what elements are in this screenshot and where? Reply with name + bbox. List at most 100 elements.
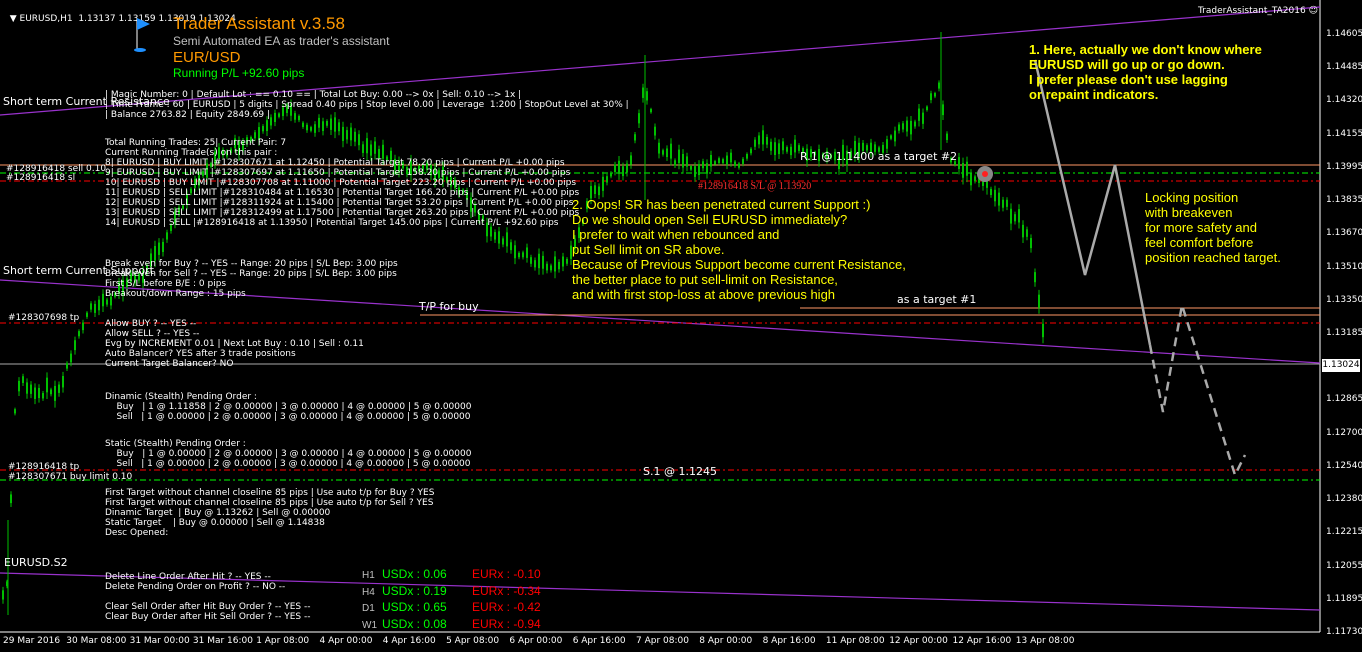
candle-body: [698, 164, 700, 176]
candle-body: [14, 409, 16, 414]
candle-body: [666, 148, 668, 158]
timeframe-label: W1: [362, 619, 377, 631]
candle-body: [670, 143, 672, 159]
candle-body: [934, 93, 936, 97]
trade-line: Total Running Trades: 25| Current Pair: …: [105, 138, 287, 148]
usd-strength: USDx : 0.65: [382, 600, 447, 614]
ea-title: Trader Assistant v.3.58: [173, 14, 345, 33]
annotation-line: and with first stop-loss at above previo…: [572, 287, 836, 302]
account-info-block: | Magic Number: 0 | Default Lot : == 0.1…: [105, 90, 629, 120]
pending-line: Dinamic (Stealth) Pending Order :: [105, 392, 257, 402]
annotation-line: 1. Here, actually we don't know where: [1029, 42, 1262, 57]
price-tick-label: 1.12540: [1326, 460, 1362, 471]
target-line: Static Target | Buy @ 0.00000 | Sell @ 1…: [105, 518, 325, 528]
candle-body: [266, 120, 268, 132]
candle-body: [78, 331, 80, 337]
candle-body: [1042, 323, 1044, 338]
short-term-resistance-label: Short term Current Resistance: [3, 95, 170, 108]
candle-body: [898, 124, 900, 131]
price-tick-label: 1.12700: [1326, 427, 1362, 438]
annotation-line: position reached target.: [1145, 250, 1281, 265]
candle-body: [638, 113, 640, 124]
price-tick-label: 1.11730: [1326, 627, 1362, 637]
candle-body: [490, 226, 492, 237]
eur-strength: EURx : -0.42: [472, 600, 541, 614]
allow-block: Allow BUY ? -- YES -- Allow SELL ? -- YES…: [105, 319, 364, 369]
time-tick-label: 31 Mar 16:00: [192, 636, 253, 646]
delete-option-line: [105, 592, 311, 602]
candle-body: [1034, 272, 1036, 283]
candle-body: [998, 192, 1000, 206]
buy-limit-tag[interactable]: #128307671 buy limit 0.10: [8, 472, 132, 482]
annotation-line: for more safety and: [1145, 220, 1257, 235]
annotation-line: feel comfort before: [1145, 235, 1254, 250]
candle-body: [770, 141, 772, 151]
take-profit-tag[interactable]: #128307698 tp: [8, 313, 79, 323]
annotation-line: EURUSD will go up or go down.: [1029, 57, 1225, 72]
stop-loss-tag[interactable]: #128916418 sl: [6, 173, 75, 183]
time-tick-label: 29 Mar 2016: [3, 636, 61, 646]
candle-body: [598, 186, 600, 196]
candle-body: [750, 148, 752, 154]
candle-body: [702, 161, 704, 169]
strength-row: W1 USDx : 0.08 EURx : -0.94: [362, 617, 541, 634]
take-profit-tag-low[interactable]: #128916418 tp: [8, 462, 79, 472]
delete-option-line: Clear Sell Order after Hit Buy Order ? -…: [105, 602, 311, 612]
time-tick-label: 8 Apr 16:00: [762, 636, 816, 646]
trade-line: Current Running Trade(s) on this pair :: [105, 148, 278, 158]
candle-body: [322, 121, 324, 131]
candle-body: [622, 166, 624, 177]
allow-line: Allow BUY ? -- YES --: [105, 319, 197, 329]
target1-label: as a target #1: [897, 293, 977, 306]
candle-body: [158, 242, 160, 255]
candle-body: [514, 245, 516, 259]
static-pending-block: Static (Stealth) Pending Order : Buy | 1…: [105, 439, 471, 469]
pair-label: EUR/USD: [173, 49, 241, 66]
price-tick-label: 1.11895: [1326, 593, 1362, 604]
trade-line: 14| EURUSD | SELL |#128916418 at 1.13950…: [105, 218, 559, 228]
candle-body: [566, 258, 568, 264]
candle-body: [890, 135, 892, 139]
candle-body: [510, 242, 512, 251]
usd-strength: USDx : 0.06: [382, 567, 447, 581]
candle-body: [522, 252, 524, 258]
candle-body: [922, 112, 924, 124]
time-tick-label: 4 Apr 16:00: [382, 636, 436, 646]
candle-body: [918, 108, 920, 121]
annotation-line: 2. Oops! SR has been penetrated current …: [572, 197, 871, 212]
candle-body: [90, 303, 92, 310]
running-pl: Running P/L +92.60 pips: [173, 66, 305, 80]
allow-line: Auto Balancer? YES after 3 trade positio…: [105, 349, 296, 359]
current-price-box: 1.13024: [1322, 359, 1360, 372]
candle-body: [502, 238, 504, 245]
currency-strength-table: H1 USDx : 0.06 EURx : -0.10 H4 USDx : 0.19 EU…: [362, 567, 541, 633]
price-tick-label: 1.13835: [1326, 195, 1362, 206]
eur-strength: EURx : -0.10: [472, 567, 541, 581]
candle-body: [790, 146, 792, 156]
candle-body: [690, 166, 692, 170]
dinamic-pending-block: Dinamic (Stealth) Pending Order : Buy | …: [105, 392, 471, 422]
candle-body: [706, 163, 708, 174]
trade-line: 10| EURUSD | BUY LIMIT |#128307708 at 1.…: [105, 178, 577, 188]
candle-body: [906, 120, 908, 132]
candle-body: [654, 126, 656, 136]
annotation-note-1: 1. Here, actually we don't know where EUR…: [1029, 42, 1262, 102]
candle-body: [1030, 238, 1032, 249]
candle-body: [314, 124, 316, 133]
annotation-note-3: Locking position with breakeven for more s…: [1145, 190, 1281, 265]
candle-body: [650, 108, 652, 113]
candle-body: [58, 384, 60, 393]
candle-body: [734, 161, 736, 166]
allow-line: Allow SELL ? -- YES --: [105, 329, 200, 339]
top-right-tag: TraderAssistant_TA2016 ☺: [1198, 6, 1318, 16]
strength-row: H4 USDx : 0.19 EURx : -0.34: [362, 584, 541, 601]
annotation-line: put Sell limit on SR above.: [572, 242, 725, 257]
usd-strength: USDx : 0.08: [382, 616, 447, 631]
r1-target-label: R.1 @ 1.1400 as a target #2: [800, 150, 958, 163]
time-tick-label: 11 Apr 08:00: [825, 636, 885, 646]
price-tick-label: 1.13995: [1326, 161, 1362, 172]
annotation-note-2: 2. Oops! SR has been penetrated current …: [572, 197, 906, 302]
candle-body: [1006, 199, 1008, 207]
chart-menu-icon[interactable]: ▼: [10, 14, 20, 24]
candle-body: [786, 147, 788, 152]
